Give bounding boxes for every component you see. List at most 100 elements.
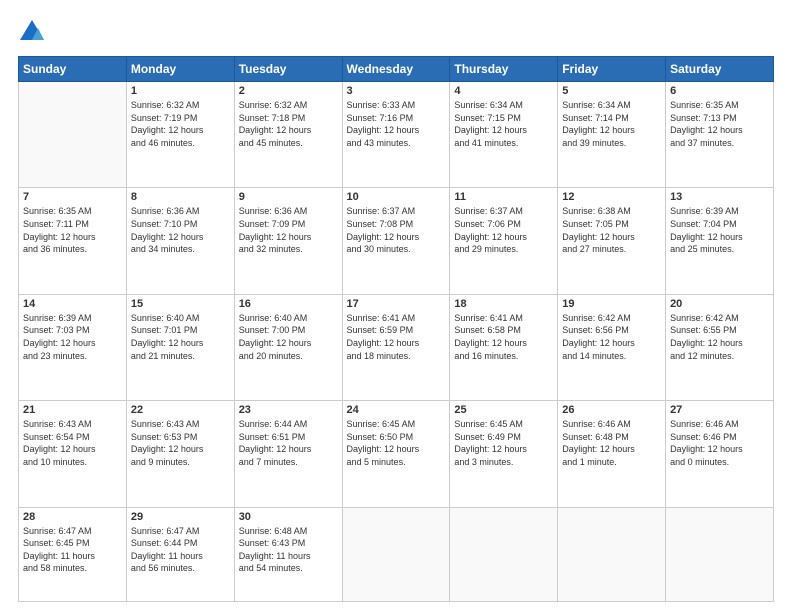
logo bbox=[18, 18, 50, 46]
calendar-cell: 27 Sunrise: 6:46 AM Sunset: 6:46 PM Dayli… bbox=[666, 401, 774, 507]
calendar-cell: 2 Sunrise: 6:32 AM Sunset: 7:18 PM Daylig… bbox=[234, 82, 342, 188]
day-info: Sunrise: 6:43 AM Sunset: 6:54 PM Dayligh… bbox=[23, 418, 122, 468]
day-number: 7 bbox=[23, 191, 122, 203]
day-info: Sunrise: 6:43 AM Sunset: 6:53 PM Dayligh… bbox=[131, 418, 230, 468]
day-number: 22 bbox=[131, 404, 230, 416]
day-info: Sunrise: 6:46 AM Sunset: 6:46 PM Dayligh… bbox=[670, 418, 769, 468]
day-info: Sunrise: 6:32 AM Sunset: 7:18 PM Dayligh… bbox=[239, 99, 338, 149]
calendar-cell: 11Sunrise: 6:37 AM Sunset: 7:06 PM Dayli… bbox=[450, 188, 558, 294]
calendar-day-header: Wednesday bbox=[342, 57, 450, 82]
calendar-cell: 26Sunrise: 6:46 AM Sunset: 6:48 PM Dayli… bbox=[558, 401, 666, 507]
day-number: 13 bbox=[670, 191, 769, 203]
day-info: Sunrise: 6:32 AM Sunset: 7:19 PM Dayligh… bbox=[131, 99, 230, 149]
calendar-day-header: Sunday bbox=[19, 57, 127, 82]
day-number: 15 bbox=[131, 298, 230, 310]
day-number: 28 bbox=[23, 511, 122, 523]
day-number: 6 bbox=[670, 85, 769, 97]
day-info: Sunrise: 6:39 AM Sunset: 7:03 PM Dayligh… bbox=[23, 312, 122, 362]
calendar-day-header: Monday bbox=[126, 57, 234, 82]
day-info: Sunrise: 6:39 AM Sunset: 7:04 PM Dayligh… bbox=[670, 205, 769, 255]
calendar-cell: 16Sunrise: 6:40 AM Sunset: 7:00 PM Dayli… bbox=[234, 294, 342, 400]
calendar-cell: 6 Sunrise: 6:35 AM Sunset: 7:13 PM Daylig… bbox=[666, 82, 774, 188]
day-number: 27 bbox=[670, 404, 769, 416]
day-info: Sunrise: 6:47 AM Sunset: 6:44 PM Dayligh… bbox=[131, 525, 230, 575]
calendar-cell: 3 Sunrise: 6:33 AM Sunset: 7:16 PM Daylig… bbox=[342, 82, 450, 188]
day-number: 9 bbox=[239, 191, 338, 203]
day-info: Sunrise: 6:36 AM Sunset: 7:09 PM Dayligh… bbox=[239, 205, 338, 255]
day-number: 17 bbox=[347, 298, 446, 310]
calendar-cell bbox=[450, 507, 558, 601]
calendar-cell: 24 Sunrise: 6:45 AM Sunset: 6:50 PM Dayli… bbox=[342, 401, 450, 507]
calendar-week-row: 21 Sunrise: 6:43 AM Sunset: 6:54 PM Dayli… bbox=[19, 401, 774, 507]
day-info: Sunrise: 6:48 AM Sunset: 6:43 PM Dayligh… bbox=[239, 525, 338, 575]
day-number: 14 bbox=[23, 298, 122, 310]
day-info: Sunrise: 6:33 AM Sunset: 7:16 PM Dayligh… bbox=[347, 99, 446, 149]
calendar-cell: 12 Sunrise: 6:38 AM Sunset: 7:05 PM Dayli… bbox=[558, 188, 666, 294]
day-info: Sunrise: 6:35 AM Sunset: 7:11 PM Dayligh… bbox=[23, 205, 122, 255]
day-number: 2 bbox=[239, 85, 338, 97]
calendar-cell: 8 Sunrise: 6:36 AM Sunset: 7:10 PM Daylig… bbox=[126, 188, 234, 294]
day-number: 26 bbox=[562, 404, 661, 416]
day-number: 12 bbox=[562, 191, 661, 203]
calendar-day-header: Saturday bbox=[666, 57, 774, 82]
day-info: Sunrise: 6:40 AM Sunset: 7:01 PM Dayligh… bbox=[131, 312, 230, 362]
day-number: 23 bbox=[239, 404, 338, 416]
calendar-day-header: Thursday bbox=[450, 57, 558, 82]
day-number: 24 bbox=[347, 404, 446, 416]
calendar-cell: 25 Sunrise: 6:45 AM Sunset: 6:49 PM Dayli… bbox=[450, 401, 558, 507]
day-info: Sunrise: 6:34 AM Sunset: 7:15 PM Dayligh… bbox=[454, 99, 553, 149]
day-number: 1 bbox=[131, 85, 230, 97]
day-info: Sunrise: 6:38 AM Sunset: 7:05 PM Dayligh… bbox=[562, 205, 661, 255]
calendar-cell: 22 Sunrise: 6:43 AM Sunset: 6:53 PM Dayli… bbox=[126, 401, 234, 507]
calendar-cell: 30 Sunrise: 6:48 AM Sunset: 6:43 PM Dayli… bbox=[234, 507, 342, 601]
day-info: Sunrise: 6:40 AM Sunset: 7:00 PM Dayligh… bbox=[239, 312, 338, 362]
day-number: 20 bbox=[670, 298, 769, 310]
calendar-cell: 1 Sunrise: 6:32 AM Sunset: 7:19 PM Daylig… bbox=[126, 82, 234, 188]
day-number: 8 bbox=[131, 191, 230, 203]
logo-icon bbox=[18, 18, 46, 46]
calendar-cell: 15 Sunrise: 6:40 AM Sunset: 7:01 PM Dayli… bbox=[126, 294, 234, 400]
day-info: Sunrise: 6:42 AM Sunset: 6:56 PM Dayligh… bbox=[562, 312, 661, 362]
calendar-cell: 17 Sunrise: 6:41 AM Sunset: 6:59 PM Dayli… bbox=[342, 294, 450, 400]
calendar-header-row: SundayMondayTuesdayWednesdayThursdayFrid… bbox=[19, 57, 774, 82]
calendar-cell bbox=[666, 507, 774, 601]
calendar-cell bbox=[558, 507, 666, 601]
day-info: Sunrise: 6:47 AM Sunset: 6:45 PM Dayligh… bbox=[23, 525, 122, 575]
day-number: 21 bbox=[23, 404, 122, 416]
day-info: Sunrise: 6:45 AM Sunset: 6:49 PM Dayligh… bbox=[454, 418, 553, 468]
day-info: Sunrise: 6:35 AM Sunset: 7:13 PM Dayligh… bbox=[670, 99, 769, 149]
day-info: Sunrise: 6:45 AM Sunset: 6:50 PM Dayligh… bbox=[347, 418, 446, 468]
day-info: Sunrise: 6:36 AM Sunset: 7:10 PM Dayligh… bbox=[131, 205, 230, 255]
day-number: 30 bbox=[239, 511, 338, 523]
calendar-week-row: 1 Sunrise: 6:32 AM Sunset: 7:19 PM Daylig… bbox=[19, 82, 774, 188]
day-info: Sunrise: 6:41 AM Sunset: 6:58 PM Dayligh… bbox=[454, 312, 553, 362]
calendar-cell: 23Sunrise: 6:44 AM Sunset: 6:51 PM Dayli… bbox=[234, 401, 342, 507]
day-number: 10 bbox=[347, 191, 446, 203]
day-number: 4 bbox=[454, 85, 553, 97]
calendar-cell: 4 Sunrise: 6:34 AM Sunset: 7:15 PM Daylig… bbox=[450, 82, 558, 188]
calendar-day-header: Friday bbox=[558, 57, 666, 82]
day-info: Sunrise: 6:34 AM Sunset: 7:14 PM Dayligh… bbox=[562, 99, 661, 149]
calendar-cell: 28 Sunrise: 6:47 AM Sunset: 6:45 PM Dayli… bbox=[19, 507, 127, 601]
calendar-table: SundayMondayTuesdayWednesdayThursdayFrid… bbox=[18, 56, 774, 602]
calendar-cell bbox=[342, 507, 450, 601]
calendar-cell: 10Sunrise: 6:37 AM Sunset: 7:08 PM Dayli… bbox=[342, 188, 450, 294]
day-number: 11 bbox=[454, 191, 553, 203]
calendar-day-header: Tuesday bbox=[234, 57, 342, 82]
calendar-cell: 18 Sunrise: 6:41 AM Sunset: 6:58 PM Dayli… bbox=[450, 294, 558, 400]
header bbox=[18, 18, 774, 46]
calendar-cell: 13 Sunrise: 6:39 AM Sunset: 7:04 PM Dayli… bbox=[666, 188, 774, 294]
calendar-cell: 9 Sunrise: 6:36 AM Sunset: 7:09 PM Daylig… bbox=[234, 188, 342, 294]
day-number: 18 bbox=[454, 298, 553, 310]
calendar-cell: 19 Sunrise: 6:42 AM Sunset: 6:56 PM Dayli… bbox=[558, 294, 666, 400]
calendar-cell bbox=[19, 82, 127, 188]
day-number: 19 bbox=[562, 298, 661, 310]
calendar-cell: 7 Sunrise: 6:35 AM Sunset: 7:11 PM Daylig… bbox=[19, 188, 127, 294]
day-number: 3 bbox=[347, 85, 446, 97]
calendar-week-row: 7 Sunrise: 6:35 AM Sunset: 7:11 PM Daylig… bbox=[19, 188, 774, 294]
calendar-cell: 21 Sunrise: 6:43 AM Sunset: 6:54 PM Dayli… bbox=[19, 401, 127, 507]
calendar-cell: 5 Sunrise: 6:34 AM Sunset: 7:14 PM Daylig… bbox=[558, 82, 666, 188]
day-number: 5 bbox=[562, 85, 661, 97]
day-number: 25 bbox=[454, 404, 553, 416]
day-info: Sunrise: 6:41 AM Sunset: 6:59 PM Dayligh… bbox=[347, 312, 446, 362]
